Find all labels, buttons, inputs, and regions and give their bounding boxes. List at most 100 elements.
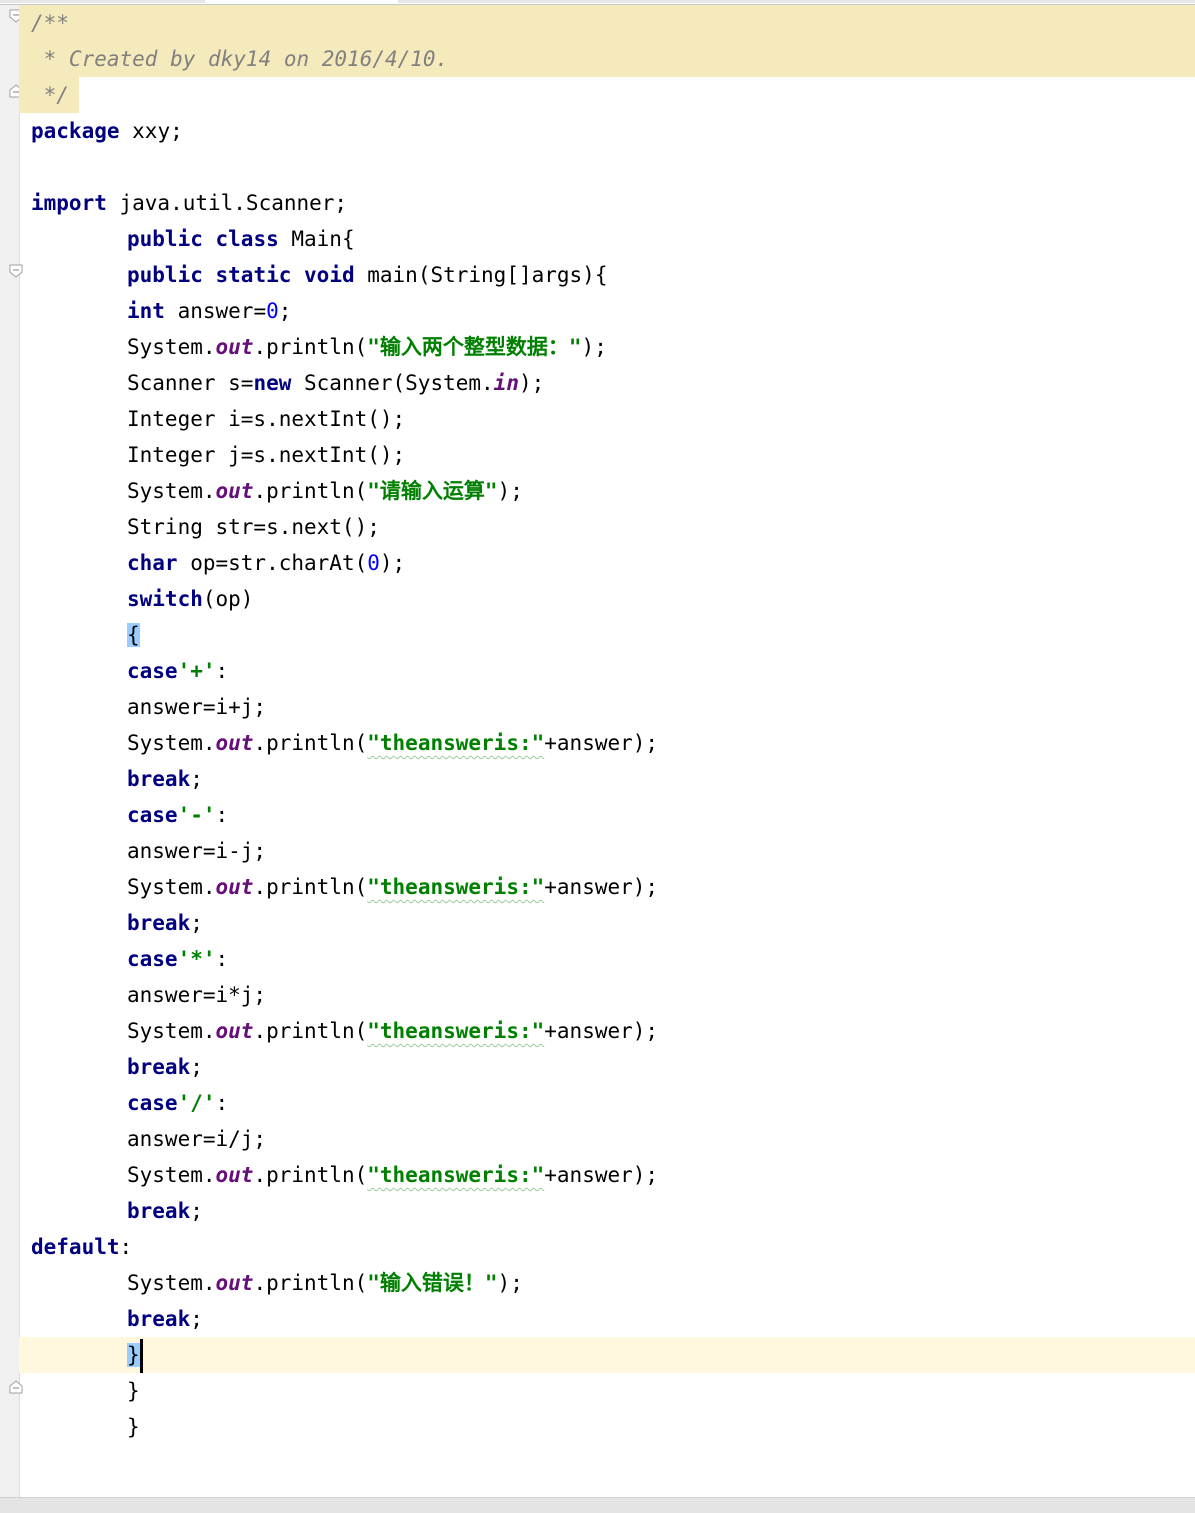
code-line[interactable]: case'-': (19, 797, 1195, 833)
code-token: : (215, 1091, 229, 1115)
code-line[interactable]: Integer j=s.nextInt(); (19, 437, 1195, 473)
code-token: .println( (253, 335, 368, 359)
code-token: } (127, 1343, 140, 1367)
code-line[interactable]: answer=i-j; (19, 833, 1195, 869)
code-text: answer=i+j; (127, 689, 266, 725)
code-token: '*' (177, 947, 216, 971)
code-line[interactable]: System.out.println("theansweris:"+answer… (19, 1013, 1195, 1049)
code-token: ; (190, 1055, 203, 1079)
code-line[interactable]: default: (19, 1229, 1195, 1265)
code-line[interactable]: * Created by dky14 on 2016/4/10. (19, 41, 1195, 77)
code-editor[interactable]: /** * Created by dky14 on 2016/4/10. */ p… (19, 5, 1195, 1497)
code-line[interactable]: String str=s.next(); (19, 509, 1195, 545)
code-line[interactable]: System.out.println("theansweris:"+answer… (19, 725, 1195, 761)
code-text: System.out.println("theansweris:"+answer… (127, 869, 658, 905)
code-line[interactable]: break; (19, 1301, 1195, 1337)
code-token: ); (518, 371, 545, 395)
code-line[interactable]: switch(op) (19, 581, 1195, 617)
code-token: +answer); (544, 875, 659, 899)
code-token: char (127, 551, 178, 575)
code-text: * Created by dky14 on 2016/4/10. (31, 41, 449, 77)
code-line[interactable]: break; (19, 905, 1195, 941)
code-text: System.out.println("theansweris:"+answer… (127, 1013, 658, 1049)
code-line[interactable]: break; (19, 1049, 1195, 1085)
code-line[interactable]: break; (19, 761, 1195, 797)
code-token: ); (379, 551, 406, 575)
editor-gutter[interactable] (0, 5, 23, 1497)
code-token: break (127, 1199, 191, 1223)
code-token: Scanner(System. (291, 371, 494, 395)
code-token: ); (497, 479, 523, 503)
code-token: break (127, 767, 191, 791)
code-token: System. (127, 1271, 216, 1295)
code-line[interactable]: */ (19, 77, 1195, 113)
code-text: System.out.println("theansweris:"+answer… (127, 1157, 658, 1193)
code-text: String str=s.next(); (127, 509, 380, 545)
code-text: break; (127, 905, 203, 941)
code-text: case'/': (127, 1085, 228, 1121)
code-line[interactable] (19, 149, 1195, 185)
code-text: Scanner s=new Scanner(System.in); (127, 365, 544, 401)
code-line[interactable]: case'+': (19, 653, 1195, 689)
code-line[interactable]: break; (19, 1193, 1195, 1229)
code-line[interactable]: Scanner s=new Scanner(System.in); (19, 365, 1195, 401)
code-line[interactable]: } (19, 1409, 1195, 1445)
code-line[interactable]: answer=i/j; (19, 1121, 1195, 1157)
code-token: new (253, 371, 292, 395)
code-token: class (215, 227, 279, 251)
code-line[interactable]: System.out.println("theansweris:"+answer… (19, 1157, 1195, 1193)
code-token: 0 (367, 551, 380, 575)
code-line[interactable]: System.out.println("请输入运算"); (19, 473, 1195, 509)
code-token: System. (127, 1163, 216, 1187)
code-token: case (127, 803, 178, 827)
code-line[interactable]: { (19, 617, 1195, 653)
code-text: { (127, 617, 140, 653)
code-token: Integer j=s.nextInt(); (127, 443, 406, 467)
code-line[interactable]: answer=i*j; (19, 977, 1195, 1013)
code-line[interactable]: /** (19, 5, 1195, 41)
code-token: +answer); (544, 1163, 659, 1187)
editor-tab[interactable] (0, 0, 205, 3)
code-line[interactable]: System.out.println("输入错误！"); (19, 1265, 1195, 1301)
code-text: answer=i/j; (127, 1121, 266, 1157)
code-token: System. (127, 731, 216, 755)
code-text: Integer i=s.nextInt(); (127, 401, 405, 437)
code-token: /** (31, 11, 69, 35)
code-text: /** (31, 5, 69, 41)
code-line[interactable]: case'/': (19, 1085, 1195, 1121)
code-text: import java.util.Scanner; (31, 185, 347, 221)
code-token: System. (127, 875, 216, 899)
code-line[interactable]: import java.util.Scanner; (19, 185, 1195, 221)
code-text: case'-': (127, 797, 228, 833)
code-line[interactable]: Integer i=s.nextInt(); (19, 401, 1195, 437)
code-text: case'*': (127, 941, 228, 977)
code-token: .println( (253, 479, 368, 503)
code-line[interactable]: } (19, 1337, 1195, 1373)
code-token: * Created by dky14 on 2016/4/10. (31, 47, 449, 71)
code-line[interactable]: System.out.println("theansweris:"+answer… (19, 869, 1195, 905)
code-line[interactable]: case'*': (19, 941, 1195, 977)
code-token: out (215, 1271, 254, 1295)
code-line[interactable]: answer=i+j; (19, 689, 1195, 725)
code-line[interactable]: } (19, 1373, 1195, 1409)
code-token: out (215, 1019, 254, 1043)
code-token: case (127, 659, 178, 683)
code-token: */ (31, 83, 69, 107)
code-text: answer=i*j; (127, 977, 266, 1013)
code-text: break; (127, 1049, 203, 1085)
code-token: answer=i/j; (127, 1127, 267, 1151)
code-token: out (215, 1163, 254, 1187)
code-line[interactable]: public class Main{ (19, 221, 1195, 257)
code-token: case (127, 947, 178, 971)
code-text: System.out.println("输入两个整型数据："); (127, 329, 607, 365)
code-line[interactable]: package xxy; (19, 113, 1195, 149)
code-token: +answer); (544, 731, 659, 755)
horizontal-scrollbar[interactable] (0, 1497, 1195, 1513)
code-line[interactable]: char op=str.charAt(0); (19, 545, 1195, 581)
code-line[interactable]: System.out.println("输入两个整型数据："); (19, 329, 1195, 365)
code-token: out (215, 875, 254, 899)
code-line[interactable]: int answer=0; (19, 293, 1195, 329)
code-token: ; (190, 1307, 203, 1331)
code-line[interactable]: public static void main(String[]args){ (19, 257, 1195, 293)
